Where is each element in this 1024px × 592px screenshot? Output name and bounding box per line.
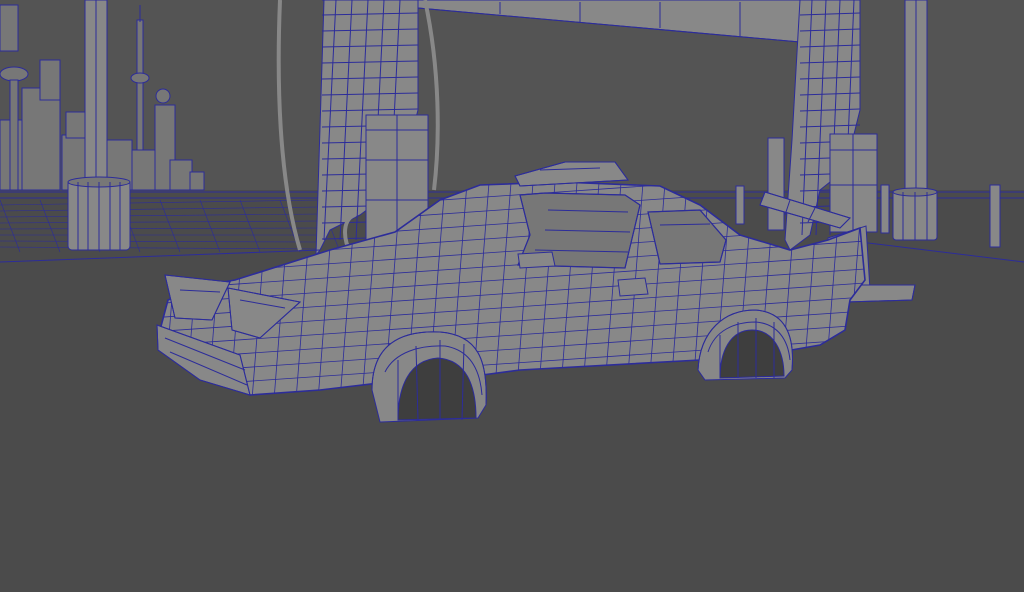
- building: [131, 149, 159, 191]
- door-handle: [617, 277, 649, 297]
- building: [189, 171, 205, 191]
- bollard-left: [67, 176, 131, 251]
- building: [39, 59, 61, 101]
- front-wheel: [371, 331, 487, 423]
- tower-shaft: [9, 79, 19, 191]
- modeling-viewport[interactable]: [0, 0, 1024, 592]
- viewport-scene[interactable]: [0, 0, 1024, 592]
- tower-pod: [130, 72, 150, 84]
- building: [21, 87, 61, 191]
- bollard-right: [892, 187, 938, 241]
- building: [169, 159, 193, 191]
- tower-pod: [0, 66, 29, 82]
- sign-panel: [0, 4, 19, 52]
- door-mirror: [517, 251, 556, 269]
- tower-shaft: [136, 19, 144, 151]
- dome: [155, 88, 171, 104]
